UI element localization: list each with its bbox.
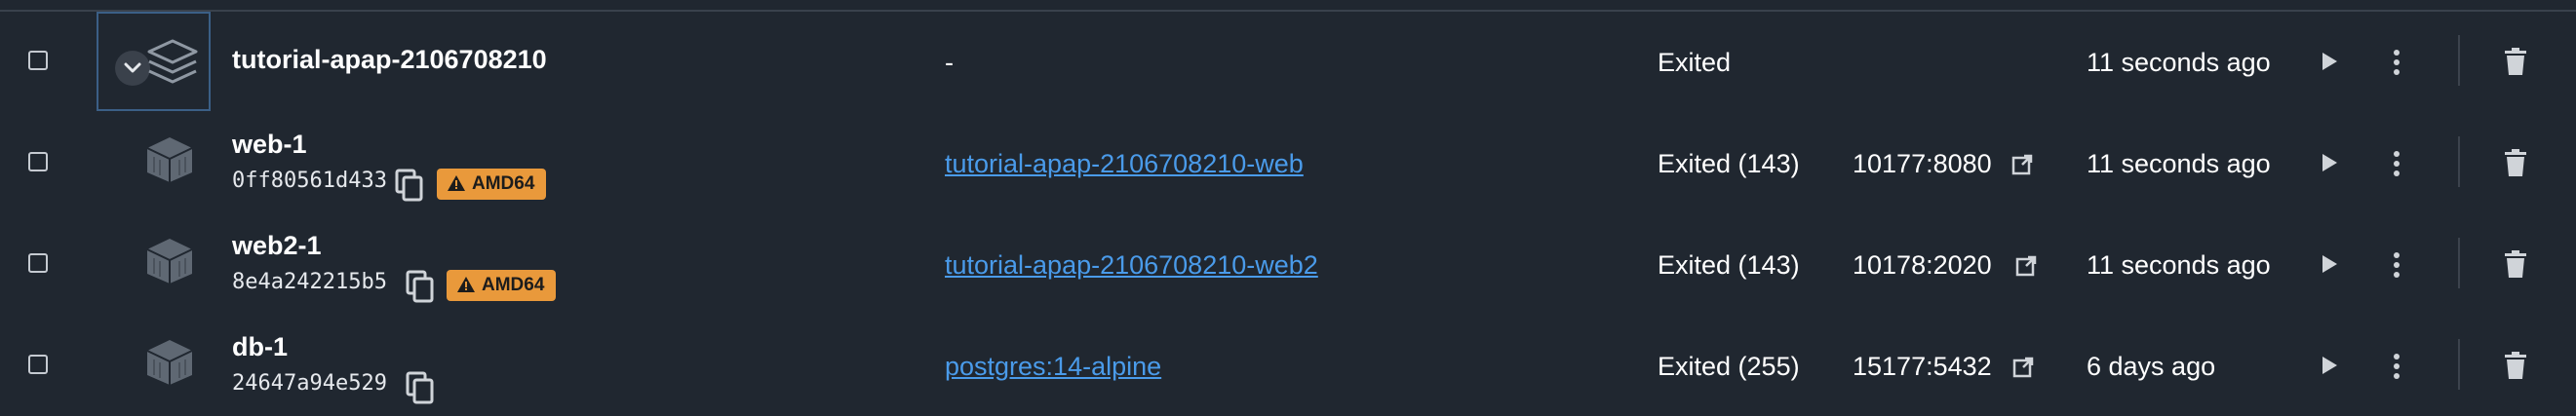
image-link[interactable]: postgres:14-alpine <box>945 352 1161 382</box>
container-id: 8e4a242215b5 <box>232 270 387 294</box>
platform-badge: AMD64 <box>447 270 557 301</box>
container-cube-icon <box>144 237 195 290</box>
kebab-menu-icon[interactable] <box>2391 49 2402 81</box>
badge-label: AMD64 <box>472 173 535 194</box>
container-cube-icon <box>144 135 195 189</box>
action-divider <box>2458 238 2460 288</box>
row-checkbox[interactable] <box>28 51 48 70</box>
port-link[interactable]: 10178:2020 <box>1853 250 1992 281</box>
table-row-container[interactable]: web2-1 8e4a242215b5 AMD64 tutorial-apap-… <box>0 213 2576 315</box>
action-divider <box>2458 136 2460 187</box>
layers-icon <box>146 38 199 92</box>
action-divider <box>2458 35 2460 86</box>
last-started: 11 seconds ago <box>2087 48 2271 77</box>
status-text: Exited (255) <box>1658 352 1800 381</box>
port-link[interactable]: 10177:8080 <box>1853 149 1992 179</box>
action-divider <box>2458 339 2460 390</box>
project-name[interactable]: tutorial-apap-2106708210 <box>232 45 547 75</box>
container-name[interactable]: web2-1 <box>232 231 322 261</box>
table-row-project[interactable]: tutorial-apap-2106708210 - Exited 11 sec… <box>0 11 2576 112</box>
port-link[interactable]: 15177:5432 <box>1853 352 1992 382</box>
container-id: 24647a94e529 <box>232 371 387 396</box>
container-name[interactable]: web-1 <box>232 130 307 160</box>
badge-label: AMD64 <box>482 275 545 295</box>
last-started: 11 seconds ago <box>2087 250 2271 280</box>
row-checkbox[interactable] <box>28 152 48 171</box>
status-text: Exited (143) <box>1658 250 1800 280</box>
image-link[interactable]: tutorial-apap-2106708210-web2 <box>945 250 1318 281</box>
container-name[interactable]: db-1 <box>232 332 288 362</box>
trash-icon[interactable] <box>2504 352 2527 384</box>
copy-icon[interactable] <box>395 169 424 207</box>
container-id: 0ff80561d433 <box>232 169 387 193</box>
play-icon[interactable] <box>2319 253 2340 280</box>
play-icon[interactable] <box>2319 152 2340 178</box>
trash-icon[interactable] <box>2504 149 2527 181</box>
play-icon[interactable] <box>2319 51 2340 77</box>
kebab-menu-icon[interactable] <box>2391 150 2402 182</box>
external-link-icon[interactable] <box>2012 357 2034 383</box>
table-row-container[interactable]: web-1 0ff80561d433 AMD64 tutorial-apap-2… <box>0 112 2576 213</box>
kebab-menu-icon[interactable] <box>2391 353 2402 385</box>
platform-badge: AMD64 <box>437 169 547 200</box>
image-link[interactable]: tutorial-apap-2106708210-web <box>945 149 1304 179</box>
container-cube-icon <box>144 338 195 392</box>
copy-icon[interactable] <box>406 371 435 409</box>
trash-icon[interactable] <box>2504 250 2527 283</box>
last-started: 11 seconds ago <box>2087 149 2271 178</box>
trash-icon[interactable] <box>2504 48 2527 80</box>
copy-icon[interactable] <box>406 270 435 308</box>
row-checkbox[interactable] <box>28 253 48 273</box>
chevron-down-icon[interactable] <box>115 51 150 86</box>
image-name: - <box>945 48 954 77</box>
last-started: 6 days ago <box>2087 352 2216 381</box>
table-row-container[interactable]: db-1 24647a94e529 postgres:14-alpine Exi… <box>0 315 2576 416</box>
external-link-icon[interactable] <box>2015 255 2037 282</box>
status-text: Exited (143) <box>1658 149 1800 178</box>
external-link-icon[interactable] <box>2011 154 2033 180</box>
kebab-menu-icon[interactable] <box>2391 251 2402 284</box>
play-icon[interactable] <box>2319 355 2340 381</box>
row-checkbox[interactable] <box>28 355 48 374</box>
status-text: Exited <box>1658 48 1732 77</box>
